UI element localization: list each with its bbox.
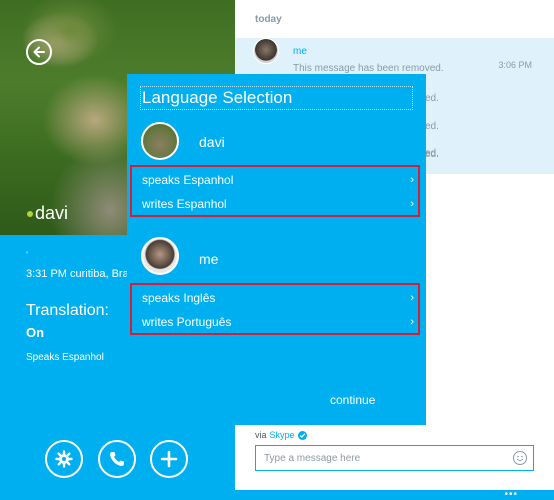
verified-icon <box>297 430 307 440</box>
speaks-language-row[interactable]: speaks Inglês › <box>142 287 418 309</box>
via-brand[interactable]: Skype <box>270 430 295 440</box>
call-button[interactable] <box>98 440 136 478</box>
avatar <box>141 237 179 275</box>
speaks-language-row[interactable]: speaks Espanhol › <box>142 169 418 191</box>
person-name-me: me <box>199 251 219 267</box>
via-row: via Skype <box>255 430 307 440</box>
via-label: via <box>255 430 267 440</box>
app-bar <box>0 490 554 500</box>
profile-name: davi <box>27 203 68 224</box>
continue-button[interactable]: continue <box>330 393 375 407</box>
translation-status[interactable]: On <box>26 325 44 340</box>
chevron-right-icon: › <box>410 292 414 304</box>
message-time: 3:06 PM <box>498 60 532 70</box>
chevron-right-icon: › <box>410 198 414 210</box>
writes-language-row[interactable]: writes Espanhol › <box>142 193 418 215</box>
local-time: 3:31 PM curitiba, Brazil <box>26 268 140 280</box>
chevron-right-icon: › <box>410 316 414 328</box>
back-arrow-icon <box>33 46 45 58</box>
profile-name-text: davi <box>35 203 69 223</box>
message-text: This message has been removed. <box>293 63 444 74</box>
emoji-icon[interactable] <box>513 451 527 465</box>
more-icon[interactable]: ••• <box>504 490 518 500</box>
speaks-language-label: speaks Inglês <box>142 291 216 305</box>
call-icon <box>110 452 124 466</box>
writes-language-row[interactable]: writes Português › <box>142 311 418 333</box>
translation-label: Translation: <box>26 302 109 319</box>
settings-button[interactable] <box>45 440 83 478</box>
online-status-icon <box>27 210 33 217</box>
avatar <box>141 122 179 160</box>
speaks-language-label: speaks Espanhol <box>142 173 234 187</box>
add-icon <box>160 450 178 468</box>
speaks-language: Speaks Espanhol <box>26 352 104 363</box>
language-highlight-box: speaks Espanhol › writes Espanhol › <box>130 165 420 217</box>
message-sender: me <box>293 46 307 57</box>
writes-language-label: writes Português <box>142 315 232 329</box>
message-composer[interactable] <box>255 445 534 471</box>
person-name-davi: davi <box>199 134 225 150</box>
writes-language-label: writes Espanhol <box>142 197 227 211</box>
back-button[interactable] <box>26 39 52 65</box>
add-button[interactable] <box>150 440 188 478</box>
message-line: ed. <box>425 93 439 104</box>
panel-title: Language Selection <box>140 86 413 110</box>
message-input[interactable] <box>256 446 506 470</box>
language-highlight-box: speaks Inglês › writes Português › <box>130 283 420 335</box>
settings-icon <box>55 450 73 468</box>
message-line: ed. <box>425 149 439 160</box>
chevron-right-icon: › <box>410 174 414 186</box>
avatar <box>253 38 279 64</box>
language-selection-panel: Language Selection davi speaks Espanhol … <box>127 74 426 425</box>
profile-mark: ’ <box>26 250 28 260</box>
message-line: ed. <box>425 121 439 132</box>
day-label: today <box>255 14 282 25</box>
